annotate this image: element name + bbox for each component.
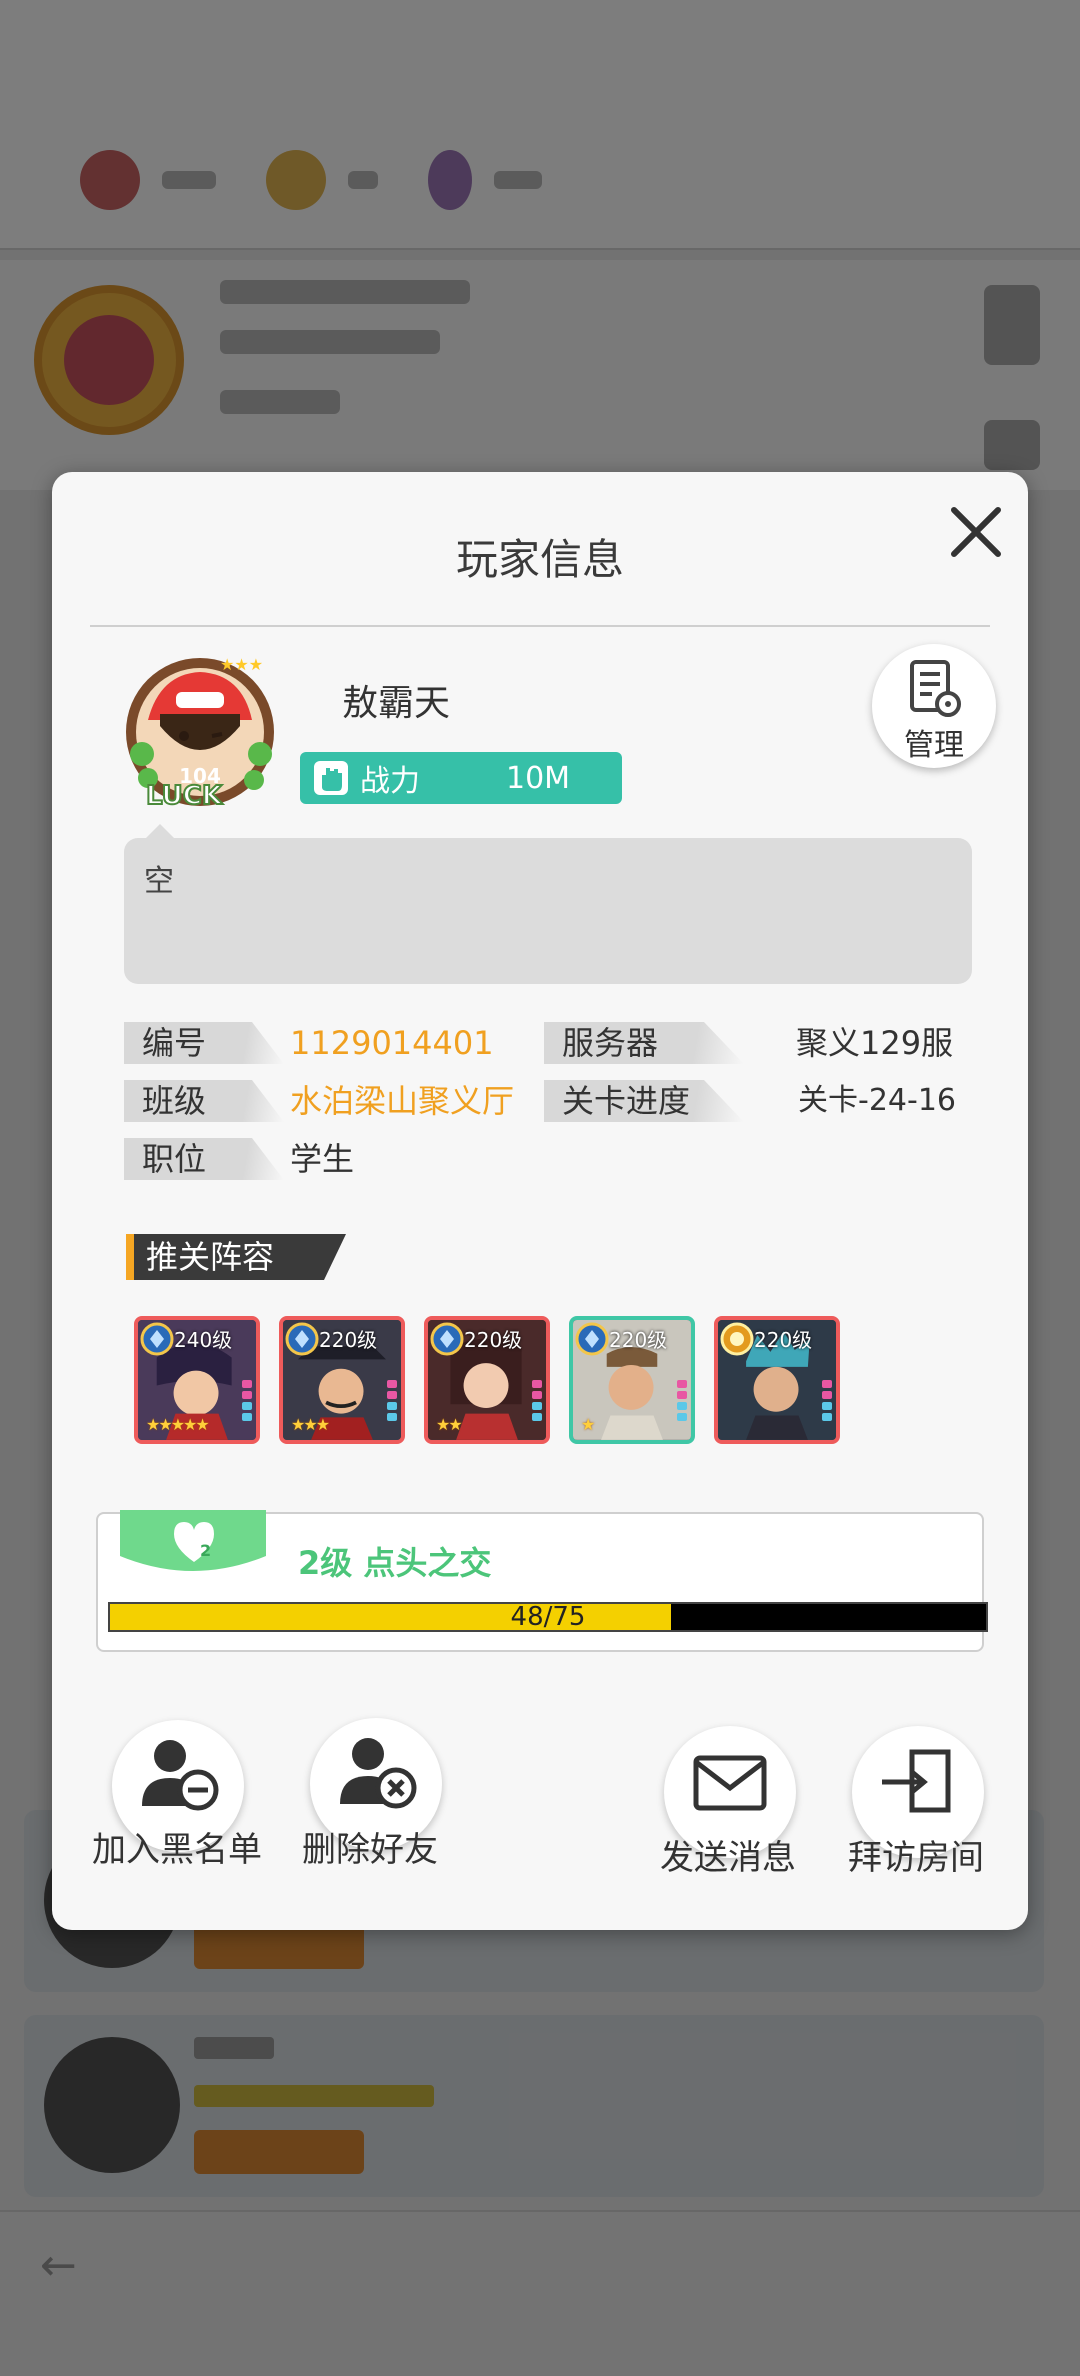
- power-badge: 战力 10M: [300, 752, 622, 804]
- avatar-frame: ★★★ LUCK: [126, 655, 274, 812]
- lineup-title: 推关阵容: [126, 1234, 346, 1280]
- server-label: 服务器: [544, 1022, 744, 1064]
- gem-icon: [430, 1322, 464, 1356]
- player-info-dialog: 玩家信息 ★★★ LUCK 104 敖霸天 战力 10M 管理 空 编号 112…: [52, 472, 1028, 1930]
- sun-gem-icon: [720, 1322, 754, 1356]
- user-remove-icon: [340, 1738, 417, 1809]
- manage-label: 管理: [904, 728, 964, 763]
- user-minus-icon: [142, 1740, 219, 1811]
- blacklist-label: 加入黑名单: [92, 1830, 262, 1870]
- svg-text:★★★: ★★★: [220, 655, 263, 674]
- hero-level: 220级: [754, 1328, 813, 1352]
- gem-icon: [140, 1322, 174, 1356]
- hero-level: 220级: [464, 1328, 523, 1352]
- server-value: 聚义129服: [796, 1024, 954, 1062]
- manage-button[interactable]: 管理: [872, 644, 996, 768]
- title-divider: [90, 625, 990, 627]
- hero-stars: ★★★: [291, 1415, 330, 1434]
- hero-card[interactable]: 220级 ★★: [424, 1316, 550, 1444]
- hero-stars: ★: [581, 1415, 595, 1434]
- hero-card[interactable]: 240级 ★★★★★: [134, 1316, 260, 1444]
- id-value: 1129014401: [290, 1024, 494, 1062]
- hero-stars: ★★★★★: [146, 1415, 210, 1434]
- friendship-progress-text: 48/75: [510, 1602, 586, 1632]
- hero-lineup: 240级 ★★★★★ 220级 ★★★ 220级 ★★ 220级 ★ 220级: [134, 1316, 840, 1444]
- hero-stars: ★★: [436, 1415, 463, 1434]
- friendship-panel: 2 2级 点头之交 48/75: [96, 1510, 988, 1652]
- fist-icon: [314, 761, 348, 795]
- class-label: 班级: [124, 1080, 284, 1122]
- stage-label: 关卡进度: [544, 1080, 744, 1122]
- power-label: 战力: [360, 764, 420, 799]
- hero-level: 220级: [609, 1328, 668, 1352]
- dialog-title: 玩家信息: [455, 535, 624, 584]
- player-name: 敖霸天: [342, 683, 451, 724]
- hero-card[interactable]: 220级: [714, 1316, 840, 1444]
- heart-level: 2: [200, 1541, 211, 1560]
- visit-room-label: 拜访房间: [848, 1838, 984, 1878]
- manage-document-gear-icon: [910, 660, 961, 717]
- role-label: 职位: [124, 1138, 284, 1180]
- delete-friend-label: 删除好友: [302, 1830, 438, 1870]
- door-enter-icon: [882, 1749, 951, 1813]
- id-label: 编号: [124, 1022, 284, 1064]
- heart-level-icon: 2: [120, 1510, 266, 1571]
- class-value: 水泊梁山聚义厅: [290, 1082, 515, 1120]
- close-icon: [951, 507, 1001, 557]
- gem-icon: [575, 1322, 609, 1356]
- hero-level: 220级: [319, 1328, 378, 1352]
- friendship-progress-bar: 48/75: [108, 1602, 988, 1632]
- friendship-level: 2级 点头之交: [298, 1544, 492, 1582]
- gem-icon: [285, 1322, 319, 1356]
- avatar-level: 104: [179, 764, 221, 788]
- role-value: 学生: [290, 1140, 355, 1178]
- hero-card[interactable]: 220级 ★: [569, 1316, 695, 1444]
- hero-level: 240级: [174, 1328, 233, 1352]
- player-avatar[interactable]: ★★★ LUCK 104: [120, 654, 280, 814]
- bio-box: 空: [124, 824, 972, 984]
- power-value: 10M: [506, 760, 571, 796]
- send-message-label: 发送消息: [660, 1838, 796, 1878]
- stage-value: 关卡-24-16: [798, 1083, 956, 1118]
- envelope-icon: [693, 1755, 767, 1811]
- close-button[interactable]: [946, 502, 1006, 562]
- bio-text: 空: [144, 864, 174, 899]
- hero-card[interactable]: 220级 ★★★: [279, 1316, 405, 1444]
